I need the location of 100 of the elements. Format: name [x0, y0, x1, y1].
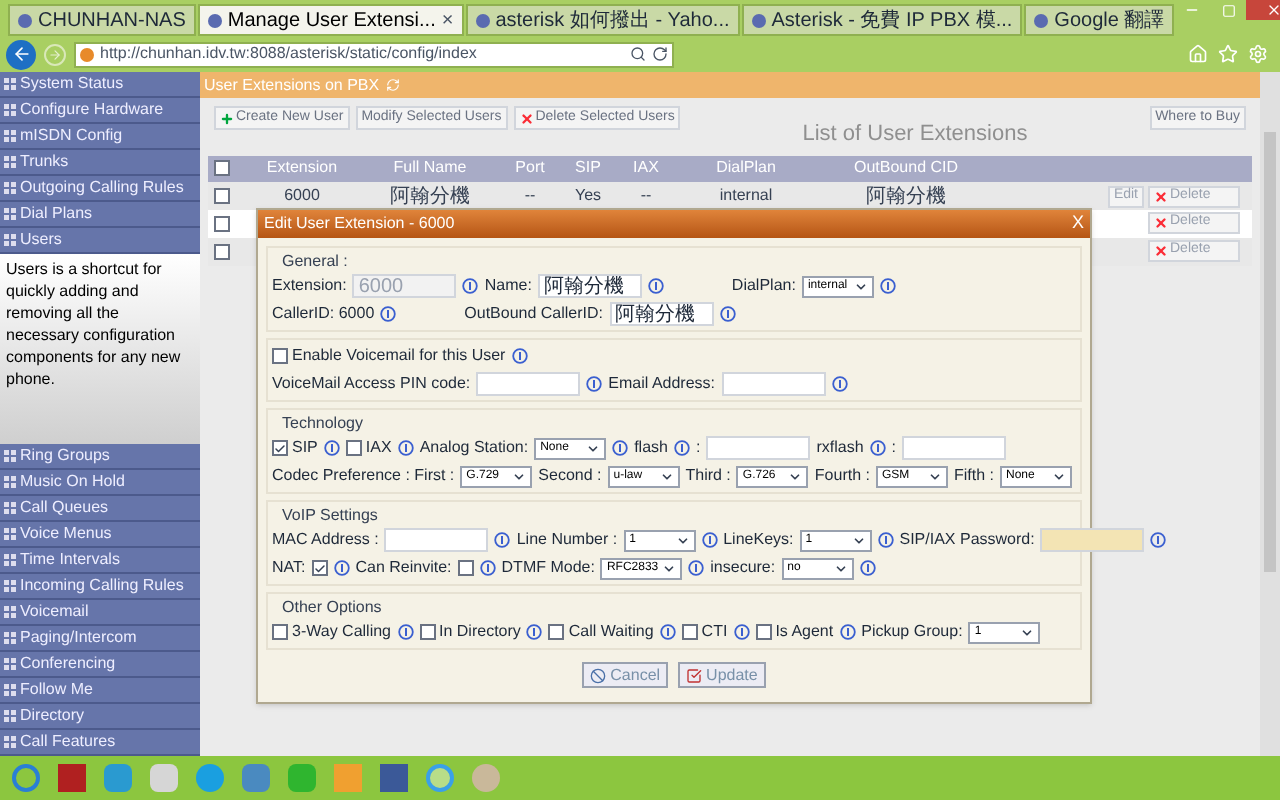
field-label: VoiceMail Access PIN code:	[272, 372, 471, 396]
info-icon[interactable]	[479, 560, 496, 576]
sidebar-item[interactable]: Paging/Intercom	[0, 626, 200, 652]
favicon-icon	[1034, 13, 1049, 27]
info-icon[interactable]	[397, 440, 414, 456]
sidebar-item[interactable]: Time Intervals	[0, 548, 200, 574]
browser-tab[interactable]: asterisk 如何撥出 - Yaho...	[465, 4, 740, 36]
checkbox-label: 3-Way Calling	[292, 620, 391, 644]
sidebar-item[interactable]: Directory	[0, 704, 200, 730]
field-label: SIP/IAX Password:	[899, 528, 1035, 552]
sidebar-description: Users is a shortcut for quickly adding and removing all the necessary configuration components for any new phone.	[0, 254, 200, 444]
browser-tab[interactable]: CHUNHAN-NAS	[8, 4, 196, 36]
checkbox-label: In Directory	[439, 620, 521, 644]
checkbox[interactable]	[272, 440, 288, 456]
sidebar-item[interactable]: Ring Groups	[0, 444, 200, 470]
sidebar-item[interactable]: Incoming Calling Rules	[0, 574, 200, 600]
sidebar-item[interactable]: Configure Hardware	[0, 98, 200, 124]
checkbox[interactable]	[681, 624, 698, 640]
checkbox[interactable]	[548, 624, 565, 640]
info-icon[interactable]	[462, 278, 479, 294]
update-button[interactable]: Update	[678, 662, 766, 688]
dialog-title: Edit User Extension - 6000	[264, 212, 455, 236]
info-icon[interactable]	[839, 624, 856, 640]
info-icon[interactable]	[647, 278, 664, 294]
close-button[interactable]: X	[1071, 210, 1084, 238]
info-icon[interactable]	[877, 532, 894, 548]
sidebar-item[interactable]: Voice Menus	[0, 522, 200, 548]
info-icon[interactable]	[659, 624, 676, 640]
address-bar[interactable]: http://chunhan.idv.tw:8088/asterisk/static/config/index	[74, 41, 674, 67]
input-field[interactable]	[721, 372, 826, 396]
sidebar-item[interactable]: Trunks	[0, 150, 200, 176]
sidebar-item[interactable]: mISDN Config	[0, 124, 200, 150]
browser-tab[interactable]: Manage User Extensi... ×	[197, 4, 464, 36]
info-icon[interactable]	[586, 376, 603, 392]
favicon-icon	[751, 13, 766, 27]
checkbox[interactable]	[419, 624, 435, 640]
input-field[interactable]: 阿翰分機	[537, 274, 642, 298]
info-icon[interactable]	[719, 306, 736, 322]
checkbox[interactable]	[214, 215, 230, 231]
info-icon[interactable]	[879, 278, 896, 294]
checkbox[interactable]	[345, 440, 362, 456]
sidebar-item[interactable]: Follow Me	[0, 678, 200, 704]
left-arrow-icon	[11, 44, 31, 64]
info-icon[interactable]	[612, 440, 629, 456]
info-icon[interactable]	[859, 560, 876, 576]
search-icon	[630, 46, 646, 62]
info-icon[interactable]	[688, 560, 705, 576]
sidebar-item[interactable]: Call Queues	[0, 496, 200, 522]
back-button[interactable]	[6, 39, 36, 69]
checkbox[interactable]	[214, 188, 230, 204]
page-title: User Extensions on PBX	[204, 73, 380, 97]
sidebar-item[interactable]: System Status	[0, 72, 200, 98]
sidebar-item[interactable]: Dial Plans	[0, 202, 200, 228]
info-icon[interactable]	[511, 348, 528, 364]
sidebar-item[interactable]: Voicemail	[0, 600, 200, 626]
info-icon[interactable]	[831, 376, 848, 392]
column-header: Full Name	[391, 156, 469, 180]
checkbox-label: IAX	[365, 436, 392, 460]
sidebar-item[interactable]: Call Features	[0, 730, 200, 756]
input-field[interactable]	[1040, 528, 1145, 552]
checkbox[interactable]	[214, 243, 230, 259]
info-icon[interactable]	[397, 624, 413, 640]
input-field[interactable]	[476, 372, 581, 396]
info-icon[interactable]	[333, 560, 350, 576]
scrollbar[interactable]	[1260, 72, 1280, 756]
input-field[interactable]	[384, 528, 489, 552]
checkbox[interactable]	[457, 560, 474, 576]
info-icon[interactable]	[869, 440, 886, 456]
sidebar-item[interactable]: Outgoing Calling Rules	[0, 176, 200, 202]
refresh-icon	[385, 78, 400, 92]
info-icon[interactable]	[1150, 532, 1167, 548]
input-field[interactable]	[902, 436, 1007, 460]
info-icon[interactable]	[323, 440, 340, 456]
close-tab-button[interactable]: ×	[441, 5, 454, 35]
cancel-button[interactable]: Cancel	[582, 662, 669, 688]
x-icon	[1154, 189, 1168, 203]
checkbox[interactable]	[272, 348, 288, 364]
checkbox[interactable]	[272, 624, 288, 640]
info-icon[interactable]	[673, 440, 690, 456]
input-field[interactable]	[706, 436, 811, 460]
grid-dots-icon	[4, 710, 16, 722]
sidebar-item[interactable]: Conferencing	[0, 652, 200, 678]
sidebar-item[interactable]: Music On Hold	[0, 470, 200, 496]
tab-label: Asterisk - 免費 IP PBX 模...	[771, 7, 1013, 35]
sidebar-item[interactable]: Users	[0, 228, 200, 254]
info-icon[interactable]	[494, 532, 511, 548]
check-icon	[313, 561, 326, 575]
info-icon[interactable]	[733, 624, 750, 640]
checkbox[interactable]	[755, 624, 772, 640]
info-icon[interactable]	[526, 624, 543, 640]
favicon-icon	[80, 47, 94, 61]
info-icon[interactable]	[380, 306, 397, 322]
info-icon[interactable]	[701, 532, 718, 548]
checkbox[interactable]	[214, 160, 230, 176]
browser-tab[interactable]: Google 翻譯	[1024, 4, 1175, 36]
field-label: Fifth :	[953, 464, 994, 488]
browser-tab[interactable]: Asterisk - 免費 IP PBX 模...	[741, 4, 1023, 36]
grid-dots-icon	[4, 234, 16, 246]
input-field[interactable]: 阿翰分機	[609, 302, 714, 326]
checkbox[interactable]	[311, 560, 328, 576]
